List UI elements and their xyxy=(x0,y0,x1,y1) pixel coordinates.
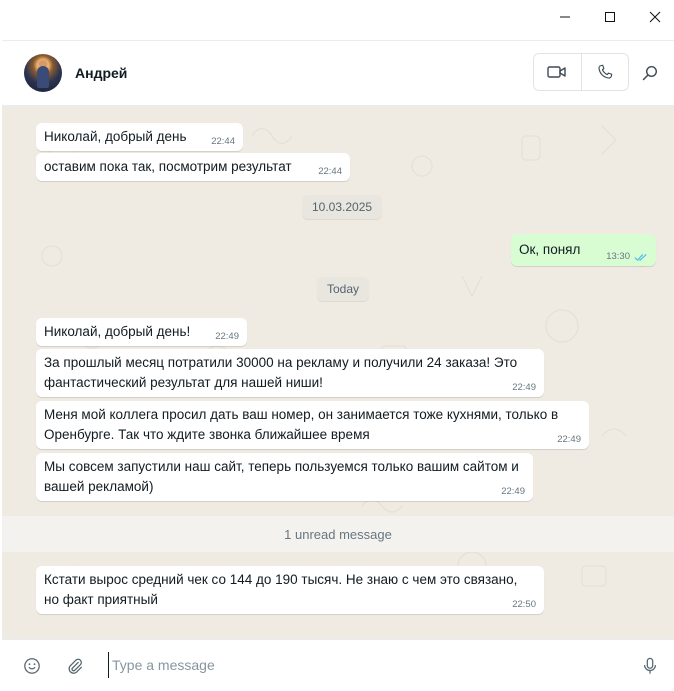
message-bubble-outgoing[interactable]: Ок, понял 13:30 xyxy=(511,234,656,266)
message-bubble-incoming[interactable]: оставим пока так, посмотрим результат 22… xyxy=(36,153,350,181)
maximize-window-button[interactable] xyxy=(587,0,633,34)
voice-message-button[interactable] xyxy=(638,654,662,678)
contact-avatar[interactable] xyxy=(24,54,62,92)
message-time: 22:49 xyxy=(512,382,536,393)
voice-call-button[interactable] xyxy=(581,54,628,90)
message-bubble-incoming[interactable]: Мы совсем запустили наш сайт, теперь пол… xyxy=(36,453,533,501)
message-bubble-incoming[interactable]: Кстати вырос средний чек со 144 до 190 т… xyxy=(36,566,544,614)
microphone-icon xyxy=(643,657,657,674)
message-text: оставим пока так, посмотрим результат xyxy=(44,159,292,174)
message-list[interactable]: Николай, добрый день 22:44 оставим пока … xyxy=(2,106,674,639)
unread-messages-divider: 1 unread message xyxy=(2,516,674,552)
message-time: 22:49 xyxy=(215,331,239,342)
message-time: 22:49 xyxy=(557,434,581,445)
message-time: 22:49 xyxy=(501,486,525,497)
video-call-button[interactable] xyxy=(534,54,581,90)
message-text: Николай, добрый день! xyxy=(44,324,191,339)
chat-header: Андрей xyxy=(2,40,674,106)
contact-name[interactable]: Андрей xyxy=(75,65,127,81)
emoji-icon xyxy=(24,658,40,674)
message-time: 22:50 xyxy=(512,599,536,610)
message-composer xyxy=(2,639,674,691)
close-icon xyxy=(649,11,661,23)
search-chat-button[interactable] xyxy=(638,61,662,85)
message-bubble-incoming[interactable]: Николай, добрый день! 22:49 xyxy=(36,318,247,346)
emoji-button[interactable] xyxy=(20,654,44,678)
voice-call-icon xyxy=(598,64,613,79)
close-window-button[interactable] xyxy=(632,0,674,34)
message-text: Мы совсем запустили наш сайт, теперь пол… xyxy=(44,459,523,494)
attach-icon xyxy=(68,658,82,674)
minimize-window-button[interactable] xyxy=(542,0,588,34)
message-text: Меня мой коллега просил дать ваш номер, … xyxy=(44,407,562,442)
date-separator: 10.03.2025 xyxy=(302,195,383,219)
date-separator: Today xyxy=(317,277,370,301)
message-bubble-incoming[interactable]: За прошлый месяц потратили 30000 на рекл… xyxy=(36,349,544,397)
maximize-icon xyxy=(605,12,615,22)
message-text: Николай, добрый день xyxy=(44,129,187,144)
message-time: 13:30 xyxy=(606,251,630,262)
message-bubble-incoming[interactable]: Николай, добрый день 22:44 xyxy=(36,123,243,151)
message-input[interactable] xyxy=(108,652,628,678)
message-time: 22:44 xyxy=(211,136,235,147)
search-icon xyxy=(642,65,658,81)
attach-button[interactable] xyxy=(63,654,87,678)
message-bubble-incoming[interactable]: Меня мой коллега просил дать ваш номер, … xyxy=(36,401,589,449)
read-receipt-icon xyxy=(634,253,647,262)
message-text: Кстати вырос средний чек со 144 до 190 т… xyxy=(44,572,522,607)
window-titlebar xyxy=(0,0,674,34)
message-text: За прошлый месяц потратили 30000 на рекл… xyxy=(44,355,521,390)
message-time: 22:44 xyxy=(318,166,342,177)
video-call-icon xyxy=(547,66,566,78)
call-buttons-group xyxy=(533,53,629,91)
minimize-icon xyxy=(560,16,570,18)
